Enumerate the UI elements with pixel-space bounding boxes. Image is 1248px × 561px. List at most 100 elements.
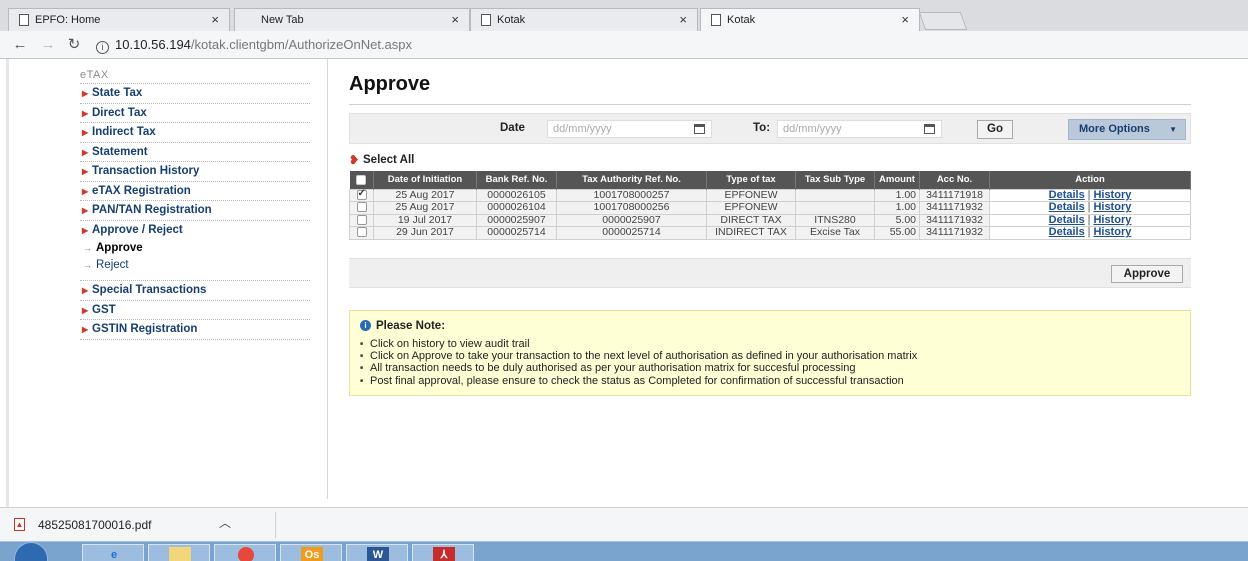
approve-button[interactable]: Approve bbox=[1111, 264, 1183, 283]
sidebar-item-gstin-registration[interactable]: ▶ GSTIN Registration bbox=[80, 320, 310, 340]
close-icon[interactable]: × bbox=[451, 9, 459, 31]
cell-tax-ref: 1001708000257 bbox=[556, 188, 707, 202]
action-separator: | bbox=[1087, 201, 1091, 214]
download-item[interactable]: ▲ 48525081700016.pdf ︿ bbox=[14, 512, 276, 538]
chevron-up-icon[interactable]: ︿ bbox=[219, 510, 231, 536]
cell-action: Details | History bbox=[989, 213, 1191, 227]
note-heading-label: Please Note: bbox=[376, 319, 446, 332]
action-separator: | bbox=[1087, 188, 1091, 201]
sidebar-item-approve-reject[interactable]: ▶ Approve / Reject bbox=[80, 221, 310, 241]
table-row: 29 Jun 2017 0000025714 0000025714 INDIRE… bbox=[349, 226, 1191, 240]
address-bar[interactable]: i 10.10.56.194/kotak.clientgbm/AuthorizeO… bbox=[96, 34, 1236, 56]
row-checkbox[interactable] bbox=[356, 188, 367, 200]
row-checkbox[interactable] bbox=[356, 227, 367, 238]
row-checkbox-cell bbox=[349, 226, 374, 240]
tab-new-tab[interactable]: New Tab × bbox=[234, 8, 470, 31]
tab-label: New Tab bbox=[261, 14, 304, 26]
sidebar-item-label: PAN/TAN Registration bbox=[92, 204, 212, 216]
cell-sub-type bbox=[795, 188, 875, 202]
sidebar-subitem-reject[interactable]: → Reject bbox=[80, 257, 310, 281]
reload-icon[interactable]: ↻ bbox=[64, 35, 84, 55]
cell-amount: 55.00 bbox=[874, 226, 920, 240]
sidebar-subitem-label: Reject bbox=[96, 259, 129, 271]
bullet-icon: ▶ bbox=[82, 225, 89, 235]
cell-date: 25 Aug 2017 bbox=[373, 201, 477, 215]
sidebar-item-label: eTAX Registration bbox=[92, 184, 191, 197]
page-content: eTAX ▶ State Tax ▶ Direct Tax ▶ Indirect Ta… bbox=[0, 59, 1248, 507]
details-link[interactable]: Details bbox=[1049, 214, 1085, 226]
sidebar-item-special-transactions[interactable]: ▶ Special Transactions bbox=[80, 281, 310, 301]
sidebar-item-direct-tax[interactable]: ▶ Direct Tax bbox=[80, 104, 310, 123]
calendar-icon[interactable] bbox=[694, 124, 705, 134]
taskbar-ie-button[interactable]: e bbox=[82, 544, 144, 561]
close-icon[interactable]: × bbox=[901, 9, 909, 31]
note-item: Click on Approve to take your transactio… bbox=[360, 350, 1180, 363]
date-from-input[interactable]: dd/mm/yyyy bbox=[547, 120, 712, 138]
sidebar-item-etax-registration[interactable]: ▶ eTAX Registration bbox=[80, 182, 310, 201]
please-note-box: i Please Note: Click on history to view … bbox=[349, 309, 1191, 396]
back-icon[interactable]: ← bbox=[10, 35, 30, 55]
history-link[interactable]: History bbox=[1093, 189, 1131, 201]
cell-type: DIRECT TAX bbox=[706, 213, 796, 227]
taskbar-explorer-button[interactable] bbox=[148, 544, 210, 561]
sidebar-subitem-approve[interactable]: → Approve bbox=[80, 240, 310, 257]
sidebar-item-statement[interactable]: ▶ Statement bbox=[80, 143, 310, 162]
row-checkbox[interactable] bbox=[356, 214, 367, 225]
tab-kotak-1[interactable]: Kotak × bbox=[470, 8, 698, 31]
info-icon[interactable]: i bbox=[96, 41, 109, 54]
calendar-icon[interactable] bbox=[924, 124, 935, 134]
acrobat-icon: ⅄ bbox=[433, 547, 455, 561]
sidebar-item-state-tax[interactable]: ▶ State Tax bbox=[80, 84, 310, 104]
sidebar-item-transaction-history[interactable]: ▶ Transaction History bbox=[80, 162, 310, 182]
column-header: Bank Ref. No. bbox=[476, 171, 557, 189]
row-checkbox[interactable] bbox=[356, 202, 367, 213]
taskbar-outlook-button[interactable]: Os bbox=[280, 544, 342, 561]
bullet-icon: ▶ bbox=[82, 108, 89, 118]
column-header: Type of tax bbox=[706, 171, 796, 189]
close-icon[interactable]: × bbox=[211, 9, 219, 31]
taskbar-word-button[interactable]: W bbox=[346, 544, 408, 561]
select-all-checkbox[interactable] bbox=[356, 174, 367, 185]
more-options-label: More Options bbox=[1079, 123, 1150, 135]
sidebar-item-label: Indirect Tax bbox=[92, 126, 156, 138]
details-link[interactable]: Details bbox=[1049, 201, 1085, 213]
select-all-link[interactable]: ❥ Select All bbox=[349, 152, 1191, 168]
taskbar-acrobat-button[interactable]: ⅄ bbox=[412, 544, 474, 561]
table-row: 19 Jul 2017 0000025907 0000025907 DIRECT… bbox=[349, 213, 1191, 227]
outlook-icon: Os bbox=[301, 547, 323, 561]
document-icon bbox=[19, 14, 29, 26]
transactions-table: Date of Initiation Bank Ref. No. Tax Aut… bbox=[349, 171, 1191, 240]
column-header: Date of Initiation bbox=[373, 171, 477, 189]
details-link[interactable]: Details bbox=[1049, 226, 1085, 238]
windows-start-icon[interactable] bbox=[14, 542, 48, 561]
bullet-icon: ▶ bbox=[82, 325, 89, 334]
action-separator: | bbox=[1087, 213, 1091, 226]
sidebar-item-gst[interactable]: ▶ GST bbox=[80, 301, 310, 320]
sidebar-item-label: GSTIN Registration bbox=[92, 323, 198, 335]
pdf-file-icon: ▲ bbox=[14, 518, 25, 531]
folder-icon bbox=[169, 547, 191, 561]
internet-explorer-icon: e bbox=[110, 549, 118, 561]
tab-kotak-2[interactable]: Kotak × bbox=[700, 8, 920, 31]
chrome-icon bbox=[238, 547, 254, 561]
sidebar-item-pan-tan-registration[interactable]: ▶ PAN/TAN Registration bbox=[80, 201, 310, 221]
table-row: 25 Aug 2017 0000026104 1001708000256 EPF… bbox=[349, 201, 1191, 215]
browser-toolbar: ← → ↻ i 10.10.56.194/kotak.clientgbm/Auth… bbox=[0, 31, 1248, 59]
sidebar-item-indirect-tax[interactable]: ▶ Indirect Tax bbox=[80, 123, 310, 143]
new-tab-button[interactable] bbox=[918, 12, 968, 30]
close-icon[interactable]: × bbox=[679, 9, 687, 31]
history-link[interactable]: History bbox=[1093, 201, 1131, 213]
more-options-button[interactable]: More Options ▼ bbox=[1068, 119, 1186, 140]
tab-epfo-home[interactable]: EPFO: Home × bbox=[8, 8, 230, 31]
details-link[interactable]: Details bbox=[1049, 189, 1085, 201]
history-link[interactable]: History bbox=[1093, 226, 1131, 238]
cell-tax-ref: 1001708000256 bbox=[556, 201, 707, 215]
history-link[interactable]: History bbox=[1093, 214, 1131, 226]
go-button[interactable]: Go bbox=[977, 120, 1013, 139]
taskbar-chrome-button[interactable] bbox=[214, 544, 276, 561]
row-checkbox-cell bbox=[349, 188, 374, 202]
date-to-input[interactable]: dd/mm/yyyy bbox=[777, 120, 942, 138]
note-heading: i Please Note: bbox=[360, 319, 1180, 333]
cell-acc-no: 3411171932 bbox=[919, 213, 990, 227]
forward-icon[interactable]: → bbox=[38, 35, 58, 55]
